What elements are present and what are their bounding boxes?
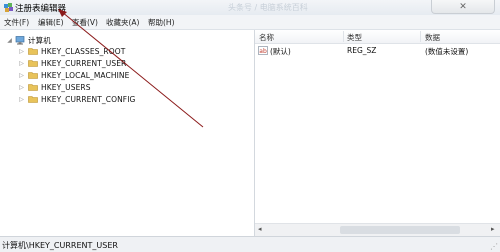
watermark-text: 头条号 / 电脑系统百科 xyxy=(228,3,308,12)
menu-bar: 文件(F) 编辑(E) 查看(V) 收藏夹(A) 帮助(H) xyxy=(0,15,500,30)
value-type: REG_SZ xyxy=(347,46,377,55)
title-bar: 注册表编辑器 头条号 / 电脑系统百科 ✕ xyxy=(0,0,500,15)
column-name[interactable]: 名称 xyxy=(259,32,274,43)
tree-item-label: HKEY_CURRENT_USER xyxy=(41,58,127,68)
folder-icon xyxy=(28,48,38,55)
menu-edit[interactable]: 编辑(E) xyxy=(38,17,64,28)
collapse-icon[interactable]: ◢ xyxy=(6,37,13,44)
tree-root-label: 计算机 xyxy=(28,35,51,45)
tree-item-hkey-current-user[interactable]: ▷ HKEY_CURRENT_USER xyxy=(18,57,126,69)
folder-icon xyxy=(28,84,38,91)
scroll-thumb[interactable] xyxy=(340,226,460,234)
close-button[interactable]: ✕ xyxy=(431,0,495,14)
status-bar: 计算机\HKEY_CURRENT_USER ⋰ xyxy=(0,236,500,252)
folder-icon xyxy=(28,60,38,67)
values-pane[interactable]: 名称 类型 数据 ab (默认) REG_SZ (数值未设置) xyxy=(255,30,500,236)
tree-item-hkey-current-config[interactable]: ▷ HKEY_CURRENT_CONFIG xyxy=(18,93,135,105)
expand-icon[interactable]: ▷ xyxy=(18,48,25,55)
value-name: (默认) xyxy=(270,47,291,56)
column-type[interactable]: 类型 xyxy=(347,32,362,43)
tree-item-label: HKEY_USERS xyxy=(41,82,91,92)
menu-file[interactable]: 文件(F) xyxy=(4,17,29,28)
tree-item-hkey-classes-root[interactable]: ▷ HKEY_CLASSES_ROOT xyxy=(18,45,125,57)
folder-icon xyxy=(28,96,38,103)
menu-favorites[interactable]: 收藏夹(A) xyxy=(106,17,139,28)
svg-text:ab: ab xyxy=(259,48,267,55)
tree-item-hkey-users[interactable]: ▷ HKEY_USERS xyxy=(18,81,91,93)
close-icon: ✕ xyxy=(459,1,467,12)
string-value-icon: ab xyxy=(258,46,268,55)
tree-item-label: HKEY_CLASSES_ROOT xyxy=(41,46,126,56)
expand-icon[interactable]: ▷ xyxy=(18,84,25,91)
column-divider[interactable] xyxy=(343,31,344,42)
tree-pane[interactable]: ◢ 计算机 ▷ HKEY_CLASSES_ROOT ▷ HKEY_CURRENT… xyxy=(0,30,255,236)
menu-view[interactable]: 查看(V) xyxy=(72,17,98,28)
column-data[interactable]: 数据 xyxy=(425,32,440,43)
expand-icon[interactable]: ▷ xyxy=(18,60,25,67)
window-title: 注册表编辑器 xyxy=(15,4,67,14)
regedit-icon xyxy=(4,3,13,12)
computer-icon xyxy=(15,35,25,44)
column-divider[interactable] xyxy=(420,31,421,42)
value-row[interactable]: ab (默认) REG_SZ (数值未设置) xyxy=(255,45,500,57)
menu-help[interactable]: 帮助(H) xyxy=(148,17,175,28)
tree-item-hkey-local-machine[interactable]: ▷ HKEY_LOCAL_MACHINE xyxy=(18,69,129,81)
horizontal-scrollbar[interactable]: ◂ ▸ xyxy=(255,223,500,236)
value-data: (数值未设置) xyxy=(425,47,469,56)
column-header: 名称 类型 数据 xyxy=(255,30,500,44)
folder-icon xyxy=(28,72,38,79)
scroll-left-icon[interactable]: ◂ xyxy=(258,225,262,233)
scroll-right-icon[interactable]: ▸ xyxy=(491,225,495,233)
status-path: 计算机\HKEY_CURRENT_USER xyxy=(2,241,118,250)
tree-item-label: HKEY_LOCAL_MACHINE xyxy=(41,70,130,80)
expand-icon[interactable]: ▷ xyxy=(18,96,25,103)
resize-grip-icon[interactable]: ⋰ xyxy=(490,242,498,251)
tree-item-label: HKEY_CURRENT_CONFIG xyxy=(41,94,136,104)
expand-icon[interactable]: ▷ xyxy=(18,72,25,79)
